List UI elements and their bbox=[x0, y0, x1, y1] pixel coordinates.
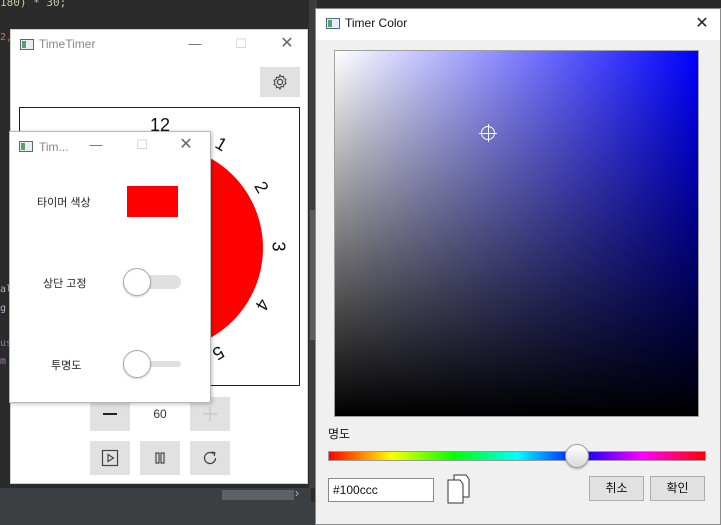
window-title: TimeTimer bbox=[39, 37, 96, 51]
reset-button[interactable] bbox=[190, 441, 230, 475]
window-title: Tim... bbox=[39, 140, 69, 154]
pin-top-label: 상단 고정 bbox=[43, 278, 87, 290]
app-icon bbox=[326, 18, 340, 29]
opacity-label: 투명도 bbox=[51, 360, 82, 372]
play-button[interactable] bbox=[90, 441, 130, 475]
hue-slider[interactable] bbox=[328, 451, 706, 461]
maximize-button[interactable]: ☐ bbox=[229, 34, 253, 54]
minus-icon bbox=[103, 413, 117, 415]
opacity-slider-knob[interactable] bbox=[123, 350, 151, 378]
hue-slider-knob[interactable] bbox=[565, 444, 590, 468]
minimize-button[interactable]: — bbox=[84, 135, 108, 155]
settings-button[interactable] bbox=[260, 67, 300, 97]
title-bar[interactable]: Timer Color ✕ bbox=[316, 9, 720, 40]
timer-color-swatch[interactable] bbox=[127, 186, 178, 217]
pin-top-toggle-knob[interactable] bbox=[123, 268, 151, 296]
play-icon bbox=[101, 449, 119, 467]
timer-color-dialog: Timer Color ✕ 명도 취소 확인 bbox=[315, 8, 721, 525]
saturation-brightness-picker[interactable] bbox=[334, 50, 699, 417]
pause-button[interactable] bbox=[140, 441, 180, 475]
settings-window: Tim... — ☐ ✕ 타이머 색상 상단 고정 투명도 bbox=[9, 131, 211, 403]
title-bar[interactable]: TimeTimer — ☐ ✕ bbox=[11, 30, 307, 58]
gear-icon bbox=[273, 74, 287, 90]
picker-crosshair-icon[interactable] bbox=[479, 124, 497, 142]
ok-button[interactable]: 확인 bbox=[650, 476, 705, 501]
code-line-top: 180) * 30; bbox=[0, 0, 67, 9]
close-button[interactable]: ✕ bbox=[174, 135, 198, 155]
hex-color-input[interactable] bbox=[328, 478, 434, 502]
editor-hscroll-thumb[interactable] bbox=[222, 490, 294, 500]
pause-icon bbox=[155, 452, 165, 464]
window-title: Timer Color bbox=[345, 16, 408, 30]
cancel-button[interactable]: 취소 bbox=[589, 476, 644, 501]
code-snippet: m bbox=[0, 356, 7, 367]
clock-number-3: 3 bbox=[268, 241, 289, 252]
app-icon bbox=[19, 141, 33, 152]
timer-color-label: 타이머 색상 bbox=[37, 197, 91, 209]
copy-icon bbox=[447, 474, 470, 504]
app-icon bbox=[20, 39, 34, 50]
reset-icon bbox=[203, 451, 217, 465]
scroll-right-arrow-icon[interactable]: › bbox=[295, 486, 299, 500]
copy-button[interactable] bbox=[446, 473, 470, 505]
minimize-button[interactable]: — bbox=[183, 34, 207, 54]
brightness-label: 명도 bbox=[328, 427, 351, 441]
code-snippet: g bbox=[0, 303, 7, 314]
editor-status-area bbox=[0, 502, 315, 525]
maximize-button[interactable]: ☐ bbox=[130, 135, 154, 155]
plus-icon bbox=[203, 407, 217, 421]
close-button[interactable]: ✕ bbox=[690, 12, 714, 36]
close-button[interactable]: ✕ bbox=[275, 34, 299, 54]
